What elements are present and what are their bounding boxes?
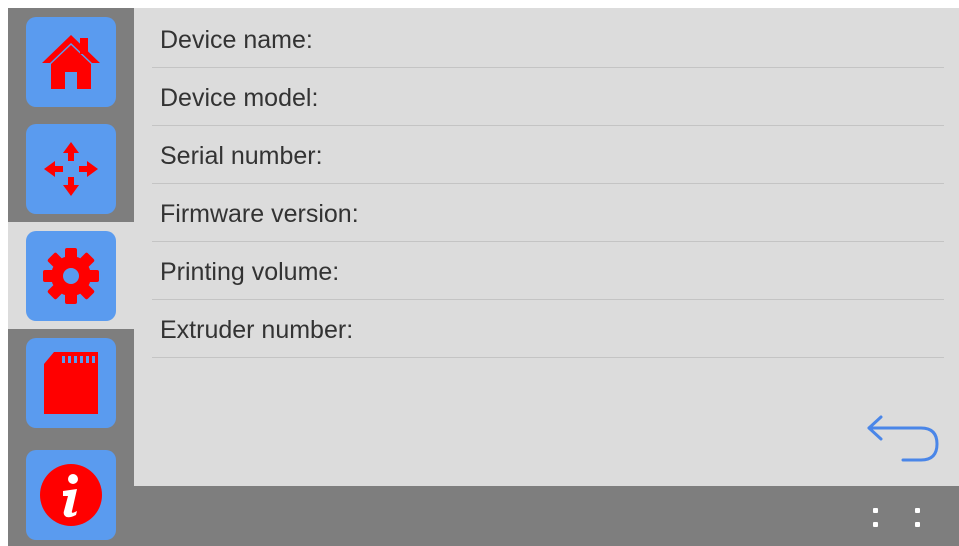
back-button[interactable] [863,410,943,470]
home-button[interactable] [26,17,116,107]
info-row-serial-number: Serial number: [152,126,944,184]
device-model-label: Device model: [160,84,319,112]
sidebar-item-info [8,436,134,543]
sd-card-button[interactable] [26,338,116,428]
sidebar-item-home [8,8,134,115]
sidebar [8,8,134,546]
move-button[interactable] [26,124,116,214]
info-row-extruder-number: Extruder number: [152,300,944,358]
device-name-label: Device name: [160,26,313,54]
device-info-screen: Device name: Device model: Serial number… [8,8,959,546]
printing-volume-label: Printing volume: [160,258,340,286]
back-arrow-icon [867,415,939,462]
sd-card-icon [44,352,98,414]
info-icon [40,464,102,526]
firmware-version-label: Firmware version: [160,200,359,228]
settings-button[interactable] [26,231,116,321]
move-arrows-icon [44,142,98,196]
gear-icon [43,248,99,304]
device-info-panel: Device name: Device model: Serial number… [134,8,959,486]
sidebar-item-move [8,115,134,222]
info-row-device-model: Device model: [152,68,944,126]
info-row-firmware-version: Firmware version: [152,184,944,242]
info-row-device-name: Device name: [152,10,944,68]
info-row-printing-volume: Printing volume: [152,242,944,300]
sidebar-item-sd-card [8,329,134,436]
more-dots-icon[interactable] [871,504,931,534]
footer-bar [134,486,959,546]
sidebar-item-settings [8,222,134,329]
info-button[interactable] [26,450,116,540]
home-icon [42,35,100,89]
serial-number-label: Serial number: [160,142,323,170]
extruder-number-label: Extruder number: [160,316,354,344]
